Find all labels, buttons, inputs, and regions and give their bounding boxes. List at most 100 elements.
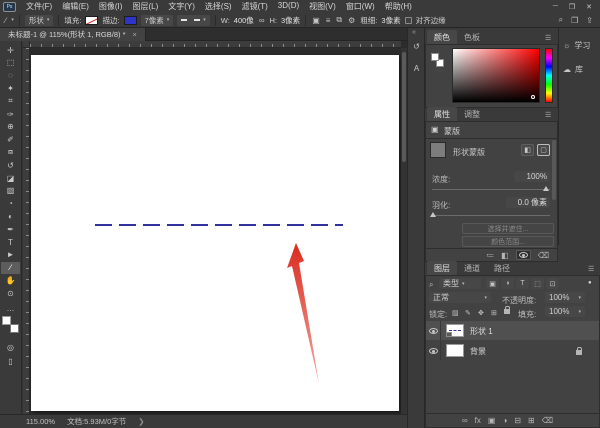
lock-artboard-icon[interactable]: ⊞ bbox=[491, 309, 497, 317]
tab-layers-0[interactable]: 图层 bbox=[427, 261, 457, 275]
load-selection-icon[interactable]: ≔ bbox=[486, 251, 494, 260]
lock-transparency-icon[interactable]: ▨ bbox=[452, 309, 459, 317]
lock-position-icon[interactable]: ✥ bbox=[478, 309, 484, 317]
mask-thumbnail[interactable] bbox=[430, 142, 446, 158]
hand-tool[interactable]: ✋ bbox=[1, 274, 20, 286]
zoom-level[interactable]: 115.00% bbox=[26, 417, 55, 426]
density-slider-thumb[interactable] bbox=[543, 186, 549, 191]
apply-mask-icon[interactable]: ◧ bbox=[501, 251, 509, 260]
menu-item-2[interactable]: 图像(I) bbox=[94, 1, 128, 12]
fill-swatch[interactable] bbox=[85, 15, 99, 25]
tab-properties-1[interactable]: 调整 bbox=[457, 107, 487, 121]
tab-layers-1[interactable]: 通道 bbox=[457, 261, 487, 275]
layer-effects-icon[interactable]: fx bbox=[475, 416, 481, 425]
character-panel-icon[interactable]: A bbox=[410, 62, 423, 75]
menu-item-0[interactable]: 文件(F) bbox=[21, 1, 57, 12]
lock-all-icon[interactable] bbox=[504, 306, 510, 316]
quick-selection-tool[interactable]: ✦ bbox=[1, 82, 20, 94]
foreground-color-swatch[interactable] bbox=[2, 316, 11, 325]
stroke-type-select[interactable]: ▾ bbox=[177, 14, 210, 26]
stroke-swatch[interactable] bbox=[123, 15, 137, 25]
panel-menu-icon[interactable]: ☰ bbox=[545, 111, 551, 119]
layer-name[interactable]: 背景 bbox=[470, 346, 486, 357]
search-icon[interactable]: ⌕ bbox=[559, 15, 563, 25]
path-alignment-icon[interactable]: ≡ bbox=[325, 16, 332, 25]
new-layer-icon[interactable]: ⊞ bbox=[528, 416, 535, 425]
history-panel-icon[interactable]: ↺ bbox=[410, 40, 423, 53]
type-tool[interactable]: T bbox=[1, 236, 20, 248]
feather-value[interactable]: 0.0 像素 bbox=[506, 197, 550, 208]
add-vector-mask-button[interactable]: ▢ bbox=[537, 144, 550, 156]
document-tab[interactable]: 未标题-1 @ 115%(形状 1, RGB/8) * × bbox=[0, 28, 146, 41]
link-layers-icon[interactable]: ∞ bbox=[462, 416, 468, 425]
artboard[interactable] bbox=[31, 55, 399, 411]
add-mask-icon[interactable]: ▣ bbox=[488, 416, 496, 425]
libraries-panel-icon[interactable]: ☁ 库 bbox=[563, 64, 583, 75]
color-picker-dot[interactable] bbox=[531, 95, 535, 99]
weight-field[interactable]: 3像素 bbox=[381, 15, 400, 26]
spot-healing-tool[interactable]: ⊕ bbox=[1, 121, 20, 133]
properties-scrollbar[interactable] bbox=[552, 140, 556, 200]
app-icon[interactable]: Ps bbox=[3, 1, 16, 12]
status-chevron-icon[interactable]: ❯ bbox=[138, 417, 144, 426]
lasso-tool[interactable]: ◌ bbox=[1, 70, 20, 82]
restore-button[interactable]: ❐ bbox=[569, 3, 575, 11]
fill-select[interactable]: 100% ▾ bbox=[545, 306, 585, 317]
line-tool-preset-icon[interactable]: ∕ bbox=[4, 16, 7, 25]
link-dimensions-icon[interactable]: ∞ bbox=[258, 16, 266, 25]
filter-smart-objects-icon[interactable]: ⊡ bbox=[546, 278, 559, 289]
filter-toggle[interactable]: ● bbox=[588, 280, 592, 286]
width-field[interactable]: 400像 bbox=[234, 15, 254, 26]
pen-tool[interactable]: ✒ bbox=[1, 223, 20, 235]
brush-tool[interactable]: ✐ bbox=[1, 134, 20, 146]
expand-panels-icon[interactable]: « bbox=[412, 29, 416, 36]
feather-slider[interactable] bbox=[432, 215, 550, 216]
blur-tool[interactable]: ◔ bbox=[1, 198, 20, 210]
delete-layer-icon[interactable]: ⌫ bbox=[542, 416, 553, 425]
screen-mode-button[interactable]: ▯ bbox=[1, 355, 20, 367]
menu-item-3[interactable]: 图层(L) bbox=[127, 1, 163, 12]
quick-mask-button[interactable]: ◎ bbox=[1, 341, 20, 353]
path-operations-icon[interactable]: ▣ bbox=[311, 16, 321, 25]
new-group-icon[interactable]: ⊟ bbox=[514, 416, 521, 425]
filter-shape-layers-icon[interactable]: ⬚ bbox=[531, 278, 544, 289]
density-slider[interactable] bbox=[432, 189, 550, 190]
filter-adjustment-layers-icon[interactable]: ◑ bbox=[501, 278, 514, 289]
close-tab-icon[interactable]: × bbox=[133, 30, 137, 39]
menu-item-8[interactable]: 视图(V) bbox=[304, 1, 341, 12]
adjustment-layer-icon[interactable]: ◑ bbox=[502, 416, 507, 425]
add-pixel-mask-button[interactable]: ◧ bbox=[521, 144, 534, 156]
tab-color-1[interactable]: 色板 bbox=[457, 30, 487, 44]
layer-thumbnail[interactable] bbox=[446, 324, 464, 337]
filter-kind-select[interactable]: 类型 ▾ bbox=[439, 278, 481, 289]
menu-item-5[interactable]: 选择(S) bbox=[200, 1, 237, 12]
move-tool[interactable]: ✛ bbox=[1, 44, 20, 56]
menu-item-6[interactable]: 滤镜(T) bbox=[237, 1, 273, 12]
layer-visibility-toggle[interactable] bbox=[426, 341, 441, 360]
tab-layers-2[interactable]: 路径 bbox=[487, 261, 517, 275]
align-edges-checkbox[interactable] bbox=[404, 16, 412, 24]
close-button[interactable]: ✕ bbox=[586, 3, 592, 11]
edit-toolbar-button[interactable]: … bbox=[1, 302, 20, 314]
feather-slider-thumb[interactable] bbox=[430, 212, 436, 217]
eraser-tool[interactable]: ◪ bbox=[1, 172, 20, 184]
menu-item-7[interactable]: 3D(D) bbox=[273, 1, 304, 12]
background-color-swatch[interactable] bbox=[10, 324, 19, 333]
tool-mode-select[interactable]: 形状 ▾ bbox=[24, 14, 54, 26]
foreground-color-mini-swatch[interactable] bbox=[431, 53, 439, 61]
tool-preset-caret-icon[interactable]: ▾ bbox=[11, 17, 14, 23]
blend-mode-select[interactable]: 正常 ▾ bbox=[429, 292, 491, 303]
gear-icon[interactable]: ⚙ bbox=[347, 16, 356, 25]
menu-item-1[interactable]: 编辑(E) bbox=[57, 1, 94, 12]
gradient-tool[interactable]: ▧ bbox=[1, 185, 20, 197]
learn-panel-icon[interactable]: ☼ 学习 bbox=[563, 40, 590, 51]
layer-thumbnail[interactable] bbox=[446, 344, 464, 357]
foreground-background-swatches[interactable] bbox=[2, 316, 19, 333]
path-arrangement-icon[interactable]: ⧉ bbox=[335, 15, 343, 25]
mask-visibility-icon[interactable] bbox=[515, 250, 531, 260]
layer-visibility-toggle[interactable] bbox=[426, 321, 441, 340]
lock-pixels-icon[interactable]: ✎ bbox=[465, 309, 471, 317]
height-field[interactable]: 3像素 bbox=[281, 15, 300, 26]
crop-tool[interactable]: ⌗ bbox=[1, 95, 20, 107]
density-value[interactable]: 100% bbox=[514, 171, 550, 182]
